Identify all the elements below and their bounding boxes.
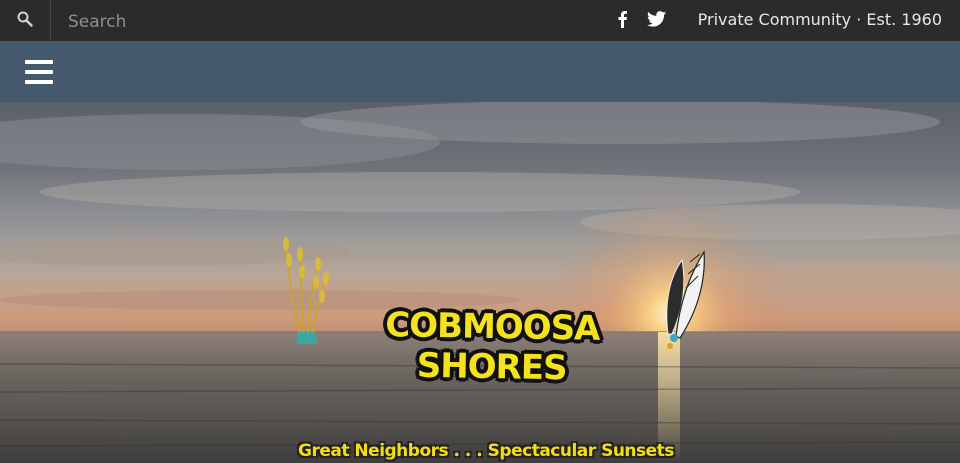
tagline: Private Community · Est. 1960 (697, 10, 942, 29)
hero-banner: COBMOOSA SHORES Great Neighbors . . . Sp… (0, 102, 960, 463)
search-divider (50, 0, 51, 41)
twitter-icon (646, 11, 666, 31)
logo-title: COBMOOSA SHORES (384, 305, 600, 389)
search-input[interactable] (66, 9, 490, 35)
facebook-link[interactable] (612, 11, 632, 31)
hamburger-menu-icon[interactable] (25, 60, 53, 84)
search-icon (16, 10, 34, 32)
top-bar: Private Community · Est. 1960 (0, 0, 960, 41)
search-button[interactable] (0, 0, 50, 41)
logo-subtitle: Great Neighbors . . . Spectacular Sunset… (298, 441, 674, 461)
facebook-icon (616, 10, 628, 32)
nav-bar (0, 41, 960, 102)
twitter-link[interactable] (646, 11, 666, 31)
sunset-over-lake-image (0, 102, 960, 463)
